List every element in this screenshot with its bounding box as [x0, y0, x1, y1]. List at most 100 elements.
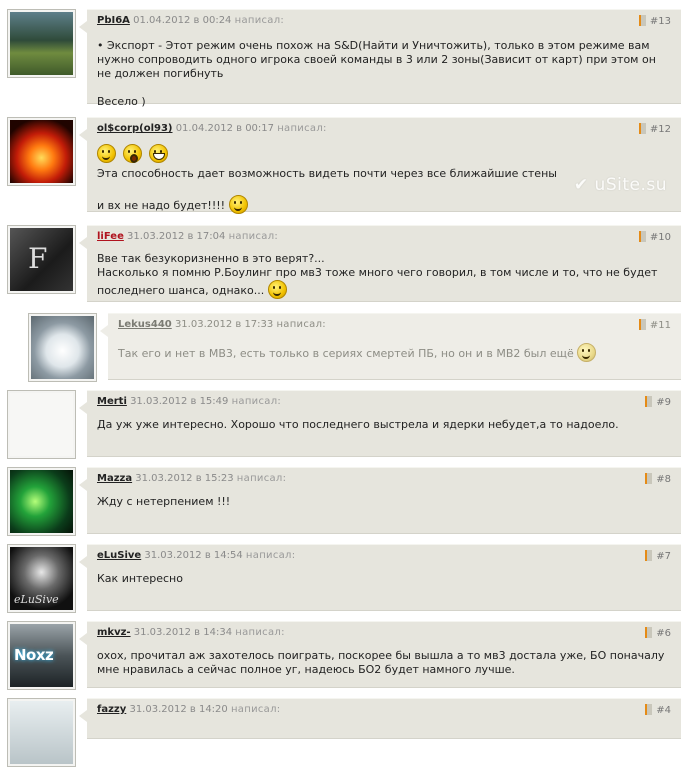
avatar[interactable]	[7, 9, 76, 78]
avatar[interactable]: F	[7, 225, 76, 294]
author-link[interactable]: ol$corp(ol93)	[97, 123, 173, 134]
author-link[interactable]: liFee	[97, 231, 124, 242]
comment-header: PbI6A 01.04.2012 в 00:24 написал: #13	[97, 15, 671, 29]
comment-number[interactable]: #13	[638, 15, 671, 27]
comment-number-text: #6	[656, 628, 671, 639]
smile-icon	[97, 144, 116, 163]
author-link[interactable]: mkvz-	[97, 627, 131, 638]
author-link[interactable]: Merti	[97, 396, 127, 407]
wrote-label: написал:	[235, 627, 285, 638]
comment-body: Как интересно	[97, 572, 669, 586]
comment-12: ol$corp(ol93) 01.04.2012 в 00:17 написал…	[7, 117, 681, 214]
comment-header: mkvz- 31.03.2012 в 14:34 написал: #6	[97, 627, 671, 641]
comment-bubble: Lekus440 31.03.2012 в 17:33 написал: #11…	[100, 313, 681, 380]
comment-body: • Экспорт - Этот режим очень похож на S&…	[97, 39, 669, 109]
comment-bubble: ol$corp(ol93) 01.04.2012 в 00:17 написал…	[79, 117, 681, 214]
comment-anchor-icon	[645, 550, 653, 561]
avatar[interactable]: Noxz	[7, 621, 76, 690]
watermark-text: uSite.su	[594, 175, 667, 195]
comment-11-reply: Lekus440 31.03.2012 в 17:33 написал: #11…	[28, 313, 681, 382]
comment-text: Насколько я помню Р.Боулинг про мв3 тоже…	[97, 266, 658, 297]
comment-anchor-icon	[645, 704, 653, 715]
comment-9: Merti 31.03.2012 в 15:49 написал: #9 Да …	[7, 390, 681, 459]
comment-number[interactable]: #8	[645, 473, 671, 485]
comment-number[interactable]: #11	[638, 319, 671, 331]
comment-header: Lekus440 31.03.2012 в 17:33 написал: #11	[118, 319, 671, 333]
avatar-glyph: F	[28, 242, 48, 275]
comment-number-text: #7	[656, 551, 671, 562]
author-link[interactable]: eLuSive	[97, 550, 141, 561]
avatar-image: Noxz	[10, 624, 73, 687]
wrote-label: написал:	[230, 704, 281, 715]
wrote-label: написал:	[228, 231, 279, 242]
comment-number-text: #11	[649, 320, 671, 331]
author-link[interactable]: PbI6A	[97, 15, 130, 26]
comment-header: fazzy 31.03.2012 в 14:20 написал: #4	[97, 704, 671, 718]
comment-number[interactable]: #6	[645, 627, 671, 639]
comment-body: Да уж уже интересно. Хорошо что последне…	[97, 418, 669, 432]
comment-anchor-icon	[645, 473, 653, 484]
wink-icon	[228, 195, 248, 214]
wrote-label: написал:	[245, 550, 296, 561]
comment-number[interactable]: #7	[645, 550, 671, 562]
comment-anchor-icon	[645, 627, 653, 638]
avatar-image	[10, 120, 73, 183]
comment-date: 31.03.2012 в 17:04	[127, 231, 226, 242]
comment-anchor-icon	[638, 319, 646, 330]
avatar[interactable]	[7, 467, 76, 536]
comment-date: 01.04.2012 в 00:17	[175, 123, 275, 134]
comment-text-wrapper: Так его и нет в МВ3, есть только в серия…	[118, 343, 669, 362]
comment-13: PbI6A 01.04.2012 в 00:24 написал: #13 • …	[7, 9, 681, 108]
avatar[interactable]	[7, 698, 76, 767]
comment-bubble: mkvz- 31.03.2012 в 14:34 написал: #6 охо…	[79, 621, 681, 688]
comment-text: Да уж уже интересно. Хорошо что последне…	[97, 418, 619, 431]
avatar-logo-text: Noxz	[14, 646, 54, 664]
author-link[interactable]: Lekus440	[118, 319, 172, 330]
comment-text: и вх не надо будет!!!!	[97, 199, 226, 212]
comment-number-text: #12	[649, 124, 671, 135]
comment-text: Так его и нет в МВ3, есть только в серия…	[118, 347, 574, 360]
site-watermark: ✔ uSite.su	[573, 175, 667, 195]
comment-number[interactable]: #10	[638, 231, 671, 243]
comment-text: Весело )	[97, 95, 146, 108]
avatar-image: eLuSive	[10, 547, 73, 610]
avatar[interactable]	[7, 117, 76, 186]
comment-bubble: Merti 31.03.2012 в 15:49 написал: #9 Да …	[79, 390, 681, 457]
wrote-label: написал:	[231, 396, 282, 407]
author-link[interactable]: fazzy	[97, 704, 126, 715]
wrote-label: написал:	[277, 123, 327, 134]
avatar-image	[10, 12, 73, 75]
avatar[interactable]	[28, 313, 97, 382]
avatar-signature: eLuSive	[14, 593, 59, 606]
wrote-label: написал:	[234, 15, 285, 26]
comment-anchor-icon	[638, 231, 646, 242]
comment-date: 31.03.2012 в 14:34	[133, 627, 233, 638]
comment-7: eLuSive eLuSive 31.03.2012 в 14:54 напис…	[7, 544, 681, 613]
comment-text-wrapper: и вх не надо будет!!!!	[97, 195, 669, 214]
comment-body: Жду с нетерпением !!!	[97, 495, 669, 509]
comment-text: Как интересно	[97, 572, 183, 585]
avatar-image	[31, 316, 94, 379]
comment-date: 01.04.2012 в 00:24	[133, 15, 232, 26]
comment-number-text: #13	[649, 16, 671, 27]
comment-date: 31.03.2012 в 14:20	[129, 704, 228, 715]
comment-bubble: eLuSive 31.03.2012 в 14:54 написал: #7 К…	[79, 544, 681, 611]
comment-bubble: PbI6A 01.04.2012 в 00:24 написал: #13 • …	[79, 9, 681, 108]
comment-anchor-icon	[645, 396, 653, 407]
comment-4: fazzy 31.03.2012 в 14:20 написал: #4	[7, 698, 681, 767]
wink-icon	[577, 343, 597, 362]
comment-10: F liFee 31.03.2012 в 17:04 написал: #10 …	[7, 225, 681, 302]
comment-date: 31.03.2012 в 17:33	[174, 319, 274, 330]
comment-date: 31.03.2012 в 14:54	[144, 550, 243, 561]
comment-bubble: liFee 31.03.2012 в 17:04 написал: #10 Вв…	[79, 225, 681, 302]
comment-header: eLuSive 31.03.2012 в 14:54 написал: #7	[97, 550, 671, 564]
comment-text: Жду с нетерпением !!!	[97, 495, 231, 508]
comment-number[interactable]: #9	[645, 396, 671, 408]
avatar[interactable]	[7, 390, 76, 459]
avatar-image	[10, 470, 73, 533]
comment-number[interactable]: #12	[638, 123, 671, 135]
author-link[interactable]: Mazza	[97, 473, 132, 484]
avatar[interactable]: eLuSive	[7, 544, 76, 613]
comment-number[interactable]: #4	[645, 704, 671, 716]
comment-header: ol$corp(ol93) 01.04.2012 в 00:17 написал…	[97, 123, 671, 137]
